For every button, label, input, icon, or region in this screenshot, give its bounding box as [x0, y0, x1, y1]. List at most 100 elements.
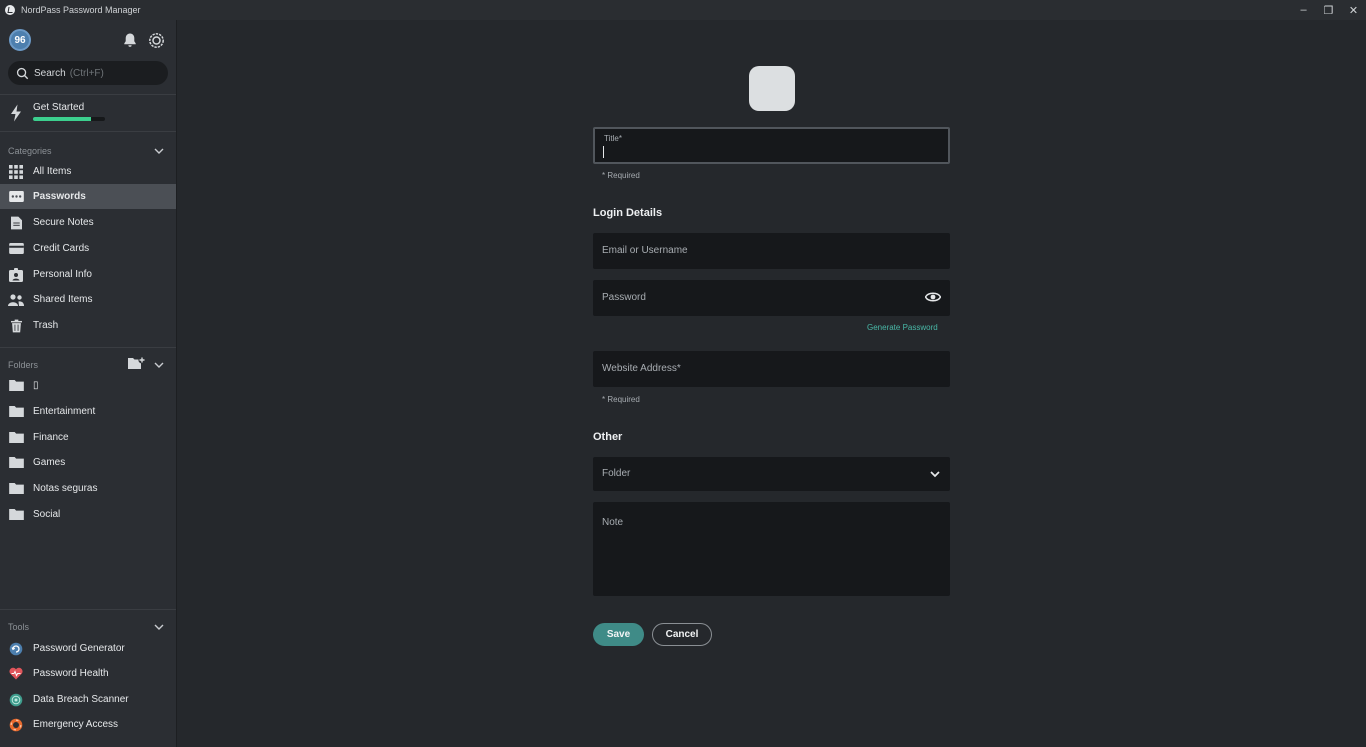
- chevron-down-icon[interactable]: [153, 145, 165, 157]
- title-field-label: Title*: [604, 134, 622, 143]
- id-icon: [8, 267, 24, 283]
- tools-heading: Tools: [8, 622, 30, 632]
- tool-label: Password Generator: [33, 643, 125, 654]
- trash-icon: [8, 318, 24, 334]
- generate-password-link[interactable]: Generate Password: [867, 323, 938, 332]
- cancel-button[interactable]: Cancel: [652, 623, 712, 646]
- divider: [0, 347, 176, 348]
- category-trash[interactable]: Trash: [0, 313, 176, 338]
- folder-icon: [8, 404, 24, 420]
- chevron-down-icon[interactable]: [153, 359, 165, 371]
- folder-icon: [8, 378, 24, 394]
- get-started-progress: [33, 117, 105, 121]
- folder-social[interactable]: Social: [0, 502, 176, 527]
- grid-icon: [8, 164, 24, 180]
- login-details-heading: Login Details: [593, 207, 663, 219]
- category-label: Secure Notes: [33, 217, 94, 228]
- folder-icon: [8, 507, 24, 523]
- folder-label: Games: [33, 457, 66, 468]
- note-icon: [8, 215, 24, 231]
- tool-label: Emergency Access: [33, 719, 119, 730]
- category-all-items[interactable]: All Items: [0, 159, 176, 184]
- folder-entertainment[interactable]: Entertainment: [0, 399, 176, 424]
- category-label: Trash: [33, 320, 59, 331]
- avatar[interactable]: 96: [9, 29, 31, 51]
- search-shortcut-hint: (Ctrl+F): [69, 67, 104, 79]
- people-icon: [8, 292, 24, 308]
- tool-label: Password Health: [33, 668, 109, 679]
- scanner-icon: [8, 692, 24, 708]
- bell-icon[interactable]: [122, 32, 138, 48]
- website-field[interactable]: Website Address*: [593, 351, 950, 387]
- folder-icon: [8, 455, 24, 471]
- other-heading: Other: [593, 431, 623, 443]
- categories-heading: Categories: [8, 146, 52, 156]
- text-caret: [603, 146, 604, 158]
- chevron-down-icon: [930, 471, 940, 478]
- close-button[interactable]: ✕: [1341, 0, 1366, 20]
- folder-games[interactable]: Games: [0, 450, 176, 475]
- health-icon: [8, 666, 24, 682]
- folder-notas-seguras[interactable]: Notas seguras: [0, 476, 176, 501]
- category-shared-items[interactable]: Shared Items: [0, 287, 176, 312]
- tool-data-breach-scanner[interactable]: Data Breach Scanner: [0, 687, 176, 712]
- category-passwords[interactable]: Passwords: [0, 184, 176, 209]
- get-started-label: Get Started: [33, 102, 85, 113]
- category-label: Passwords: [33, 191, 86, 202]
- title-bar: NordPass Password Manager – ❐ ✕: [0, 0, 1366, 20]
- search-label: Search: [34, 67, 66, 79]
- password-field-placeholder: Password: [602, 292, 646, 303]
- website-field-placeholder: Website Address*: [602, 363, 681, 374]
- folder-label: Finance: [33, 432, 69, 443]
- email-field[interactable]: Email or Username: [593, 233, 950, 269]
- eye-icon[interactable]: [925, 291, 941, 303]
- folder-icon: [8, 430, 24, 446]
- progress-fill: [33, 117, 91, 121]
- folder-icon: [8, 481, 24, 497]
- nordpass-logo-icon: [5, 5, 15, 15]
- window-title: NordPass Password Manager: [21, 5, 141, 15]
- tool-label: Data Breach Scanner: [33, 694, 129, 705]
- divider: [0, 131, 176, 132]
- folders-heading: Folders: [8, 360, 39, 370]
- tool-emergency-access[interactable]: Emergency Access: [0, 712, 176, 737]
- note-field[interactable]: Note: [593, 502, 950, 596]
- chevron-down-icon[interactable]: [153, 621, 165, 633]
- email-field-placeholder: Email or Username: [602, 245, 688, 256]
- divider: [0, 609, 176, 610]
- folder-label: Social: [33, 509, 61, 520]
- lifebuoy-icon: [8, 717, 24, 733]
- get-started-item[interactable]: Get Started: [0, 98, 176, 132]
- folder-finance[interactable]: Finance: [0, 425, 176, 450]
- folder-item[interactable]: ▯: [0, 373, 176, 398]
- category-label: All Items: [33, 166, 72, 177]
- category-label: Shared Items: [33, 294, 93, 305]
- category-label: Personal Info: [33, 269, 92, 280]
- folder-dropdown-placeholder: Folder: [602, 468, 631, 479]
- category-label: Credit Cards: [33, 243, 90, 254]
- new-password-form: Title* * Required Login Details Email or…: [177, 20, 1366, 747]
- save-button[interactable]: Save: [593, 623, 644, 646]
- sidebar: 96 Search (Ctrl+F) Get Started Categorie…: [0, 20, 177, 747]
- folder-label: Notas seguras: [33, 483, 98, 494]
- item-icon-placeholder[interactable]: [749, 66, 795, 111]
- password-icon: [8, 189, 24, 205]
- title-field[interactable]: Title*: [593, 127, 950, 164]
- search-icon: [16, 67, 29, 79]
- title-required-note: * Required: [602, 171, 640, 180]
- tool-password-generator[interactable]: Password Generator: [0, 636, 176, 661]
- add-folder-icon[interactable]: [128, 356, 146, 370]
- folder-label: Entertainment: [33, 406, 96, 417]
- search-input[interactable]: Search (Ctrl+F): [8, 61, 168, 85]
- category-credit-cards[interactable]: Credit Cards: [0, 236, 176, 261]
- note-field-placeholder: Note: [602, 517, 624, 528]
- website-required-note: * Required: [602, 395, 640, 404]
- minimize-button[interactable]: –: [1291, 0, 1316, 20]
- gear-icon[interactable]: [148, 32, 165, 49]
- category-secure-notes[interactable]: Secure Notes: [0, 210, 176, 235]
- folder-dropdown[interactable]: Folder: [593, 457, 950, 491]
- maximize-button[interactable]: ❐: [1316, 0, 1341, 20]
- password-field[interactable]: Password: [593, 280, 950, 316]
- tool-password-health[interactable]: Password Health: [0, 661, 176, 686]
- category-personal-info[interactable]: Personal Info: [0, 262, 176, 287]
